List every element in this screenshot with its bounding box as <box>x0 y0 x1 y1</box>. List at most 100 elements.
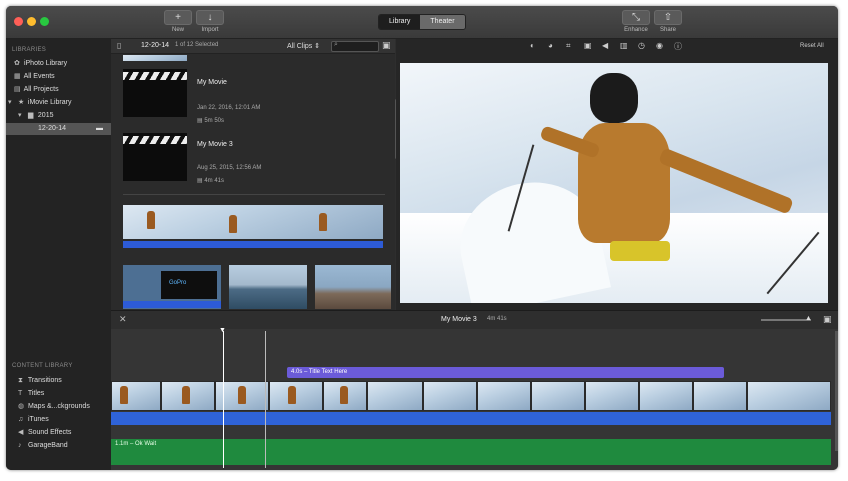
video-clip[interactable] <box>477 381 531 411</box>
music-clip-label: 1.1m – Ok Wait <box>115 441 157 447</box>
sidebar-item-maps-backgrounds[interactable]: ◍ Maps &...ckgrounds <box>18 401 90 413</box>
video-clip[interactable] <box>693 381 747 411</box>
sidebar-item-label: iPhoto Library <box>23 60 68 67</box>
import-button[interactable]: ↓ Import <box>196 10 224 33</box>
info-icon[interactable]: ⓘ <box>674 41 682 52</box>
tab-theater[interactable]: Theater <box>420 15 465 29</box>
background-music-clip[interactable]: 1.1m – Ok Wait <box>111 439 831 465</box>
video-clip[interactable] <box>323 381 367 411</box>
plus-icon: + <box>164 10 192 25</box>
sidebar-item-label: 2015 <box>37 112 54 119</box>
clip-thumbnail[interactable] <box>315 265 391 309</box>
imovie-window: + New ↓ Import Library Theater ⤡ Enhance… <box>6 6 838 470</box>
zoom-window-button[interactable] <box>40 17 49 26</box>
new-button[interactable]: + New <box>164 10 192 33</box>
timeline-settings-icon[interactable]: ▣ <box>823 314 832 325</box>
timeline-scrollbar[interactable] <box>835 331 838 451</box>
sidebar-item-label: All Projects <box>23 86 59 93</box>
video-preview[interactable] <box>400 63 828 303</box>
sidebar-item-label: Maps &...ckgrounds <box>27 403 90 410</box>
minimize-window-button[interactable] <box>27 17 36 26</box>
skimmer <box>265 331 266 468</box>
sidebar-item-label: All Events <box>23 73 55 80</box>
title-clip[interactable]: 4.0s – Title Text Here <box>287 367 724 378</box>
folder-icon: ▆ <box>27 112 34 119</box>
sidebar-item-2015[interactable]: ▾ ▆ 2015 <box>18 110 53 122</box>
events-icon: ▦ <box>14 73 21 80</box>
video-clip[interactable] <box>367 381 423 411</box>
music-note-icon: ♫ <box>18 416 24 423</box>
project-thumbnail <box>123 133 187 181</box>
video-clip[interactable] <box>747 381 831 411</box>
enhance-label: Enhance <box>624 27 648 33</box>
sidebar-item-all-projects[interactable]: ▤ All Projects <box>14 84 59 96</box>
close-icon[interactable]: ✕ <box>119 314 127 325</box>
sidebar-item-garageband[interactable]: ♪ GarageBand <box>18 440 68 452</box>
color-balance-icon[interactable]: ◐ <box>530 41 535 50</box>
event-icon: ▬ <box>96 125 103 132</box>
video-clip[interactable] <box>531 381 585 411</box>
clip-thumbnail[interactable] <box>229 265 307 309</box>
sidebar-item-imovie-library[interactable]: ▾ ★ iMovie Library <box>8 97 71 109</box>
video-clip[interactable] <box>585 381 639 411</box>
sidebar-item-sound-effects[interactable]: ◀ Sound Effects <box>18 427 71 439</box>
titles-icon: T <box>18 390 23 397</box>
crop-icon[interactable]: ⌗ <box>566 41 571 51</box>
sidebar-item-event-12-20-14[interactable]: 12-20-14 <box>38 123 66 135</box>
divider <box>123 194 385 195</box>
playhead[interactable] <box>223 331 224 468</box>
slider-thumb[interactable]: ▲ <box>805 315 812 322</box>
clip-thumbnail[interactable]: GoPro <box>123 265 221 309</box>
playhead-handle-icon[interactable]: ▼ <box>219 327 226 334</box>
sidebar-item-titles[interactable]: T Titles <box>18 388 44 400</box>
photo-icon: ✿ <box>14 60 20 67</box>
disclosure-triangle-icon[interactable]: ▾ <box>18 110 26 122</box>
volume-icon[interactable]: ◀ <box>602 41 608 50</box>
speaker-icon: ◀ <box>18 429 24 436</box>
close-window-button[interactable] <box>14 17 23 26</box>
film-strip-icon[interactable]: ▣ <box>382 40 391 51</box>
sidebar-item-label: Titles <box>27 390 45 397</box>
search-input[interactable]: ⌕ <box>331 41 379 52</box>
timeline: ✕ My Movie 3 4m 41s ▲ ▣ 4.0s – Title Tex… <box>111 310 838 470</box>
reset-all-button[interactable]: Reset All <box>800 43 824 49</box>
filmstrip-icon: ▤ <box>197 118 203 124</box>
share-label: Share <box>659 27 676 33</box>
video-clip[interactable] <box>269 381 323 411</box>
sidebar-item-all-events[interactable]: ▦ All Events <box>14 71 55 83</box>
video-clip[interactable] <box>423 381 477 411</box>
share-button[interactable]: ⇧ Share <box>654 10 682 33</box>
clip-filmstrip[interactable] <box>123 205 383 239</box>
clip-audio-waveform <box>123 241 383 248</box>
media-browser: ▯ 12-20-14 1 of 12 Selected All Clips ⇕ … <box>111 39 398 310</box>
tab-library[interactable]: Library <box>379 15 421 29</box>
sidebar: LIBRARIES ✿ iPhoto Library ▦ All Events … <box>6 39 111 470</box>
sidebar-item-transitions[interactable]: ⧗ Transitions <box>18 375 62 387</box>
libraries-header: LIBRARIES <box>12 47 47 53</box>
color-correction-icon[interactable]: ◕ <box>548 41 553 50</box>
sidebar-item-iphoto[interactable]: ✿ iPhoto Library <box>14 58 67 70</box>
video-clip[interactable] <box>639 381 693 411</box>
project-duration: 4m 41s <box>487 316 507 322</box>
noise-reduction-icon[interactable]: ▥ <box>620 41 628 50</box>
disclosure-triangle-icon[interactable]: ▾ <box>8 97 16 109</box>
sidebar-item-itunes[interactable]: ♫ iTunes <box>18 414 49 426</box>
sidebar-toggle-icon[interactable]: ▯ <box>117 41 121 50</box>
clip-filter-dropdown[interactable]: All Clips ⇕ <box>287 42 320 50</box>
selection-info: 1 of 12 Selected <box>175 42 219 48</box>
project-thumbnail-partial[interactable] <box>123 55 187 61</box>
project-date: Jan 22, 2016, 12:01 AM <box>197 105 261 111</box>
video-clip[interactable] <box>161 381 215 411</box>
clip-filter-icon[interactable]: ◉ <box>656 41 663 50</box>
overlay-text: GoPro <box>169 280 187 286</box>
project-duration: ▤ 4m 41s <box>197 178 225 184</box>
star-icon: ★ <box>17 99 25 106</box>
project-title: My Movie 3 <box>197 141 233 148</box>
enhance-button[interactable]: ⤡ Enhance <box>622 10 650 33</box>
speed-icon[interactable]: ◷ <box>638 41 645 50</box>
viewer: ◐ ◕ ⌗ ▣ ◀ ▥ ◷ ◉ ⓘ Reset All <box>396 39 838 310</box>
stabilization-icon[interactable]: ▣ <box>584 41 592 50</box>
sidebar-item-label: iTunes <box>27 416 49 423</box>
zoom-slider[interactable]: ▲ <box>761 315 812 322</box>
video-clip[interactable] <box>111 381 161 411</box>
